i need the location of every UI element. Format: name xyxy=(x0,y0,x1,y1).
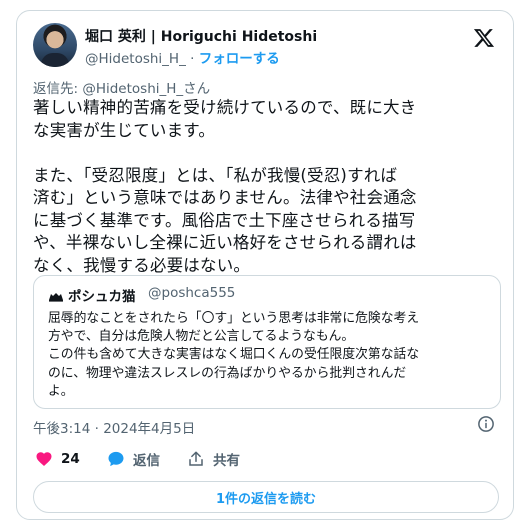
heart-icon xyxy=(36,452,52,466)
post-text-line: また、「受忍限度」とは、「私が我慢(受忍)すれば xyxy=(33,165,398,185)
follow-link[interactable]: フォローする xyxy=(199,51,280,67)
quoted-text-line: よ。 xyxy=(48,383,74,399)
reply-button[interactable]: 返信 xyxy=(107,449,160,469)
cat-avatar-icon xyxy=(49,293,63,302)
quoted-text-line: のに、物理や違法スレスレの行為ばかりやるから批判されんだ xyxy=(48,365,407,381)
read-replies-button[interactable]: 1件の返信を読む xyxy=(33,481,499,513)
quoted-post-text: 屈辱的なことをされたら「〇す」という思考は非常に危険な考え 方やで、自分は危険人… xyxy=(48,310,488,401)
speech-bubble-icon xyxy=(108,451,124,467)
reply-to-line[interactable]: 返信先: @Hidetoshi_H_さん xyxy=(33,77,210,97)
like-count: 24 xyxy=(61,451,80,467)
quoted-text-line: 屈辱的なことをされたら「〇す」という思考は非常に危険な考え xyxy=(48,311,420,326)
author-handle[interactable]: @Hidetoshi_H_ xyxy=(85,51,186,67)
like-button[interactable]: 24 xyxy=(35,449,80,469)
handle-separator: · xyxy=(185,51,199,67)
post-text-line: 済む」という意味ではありません。法律や社会通念 xyxy=(33,188,417,207)
post-header: 堀口 英利 | Horiguchi Hidetoshi @Hidetoshi_H… xyxy=(33,23,499,71)
share-upload-icon xyxy=(189,451,203,466)
author-handle-row: @Hidetoshi_H_ · フォローする xyxy=(85,47,280,67)
share-button[interactable]: 共有 xyxy=(187,449,240,469)
quoted-author-name: ポシュカ猫 xyxy=(68,289,136,305)
post-text-line: や、半裸ないし全裸に近い格好をさせられる謂れは xyxy=(33,233,417,252)
author-avatar[interactable] xyxy=(33,23,77,67)
action-bar: 24 返信 共有 xyxy=(35,449,495,469)
post-text-line: に基づく基準です。風俗店で土下座させられる描写 xyxy=(33,210,416,230)
quoted-text-line: この件も含めて大きな実害はなく堀口くんの受任限度次第な話な xyxy=(48,347,420,363)
quoted-author-handle: @poshca555 xyxy=(148,285,236,301)
post-text: 著しい精神的苦痛を受け続けているので、既に大き な実害が生じています。 また、「… xyxy=(33,97,503,277)
reply-label: 返信 xyxy=(133,453,160,469)
x-logo-icon[interactable] xyxy=(473,27,495,49)
embedded-post-card: 堀口 英利 | Horiguchi Hidetoshi @Hidetoshi_H… xyxy=(16,10,514,520)
post-text-line: なく、我慢する必要はない。 xyxy=(33,255,251,275)
post-text-line: 著しい精神的苦痛を受け続けているので、既に大き xyxy=(33,98,417,117)
author-display-name[interactable]: 堀口 英利 | Horiguchi Hidetoshi xyxy=(85,26,317,46)
info-icon[interactable] xyxy=(477,415,495,433)
quoted-text-line: 方やで、自分は危険人物だと公言してるようなもん。 xyxy=(48,329,355,345)
post-text-line: な実害が生じています。 xyxy=(33,120,216,140)
post-timestamp[interactable]: 午後3:14 · 2024年4月5日 xyxy=(33,417,195,437)
share-label: 共有 xyxy=(213,453,240,469)
quoted-post[interactable]: ポシュカ猫 @poshca555 屈辱的なことをされたら「〇す」という思考は非常… xyxy=(33,275,501,409)
